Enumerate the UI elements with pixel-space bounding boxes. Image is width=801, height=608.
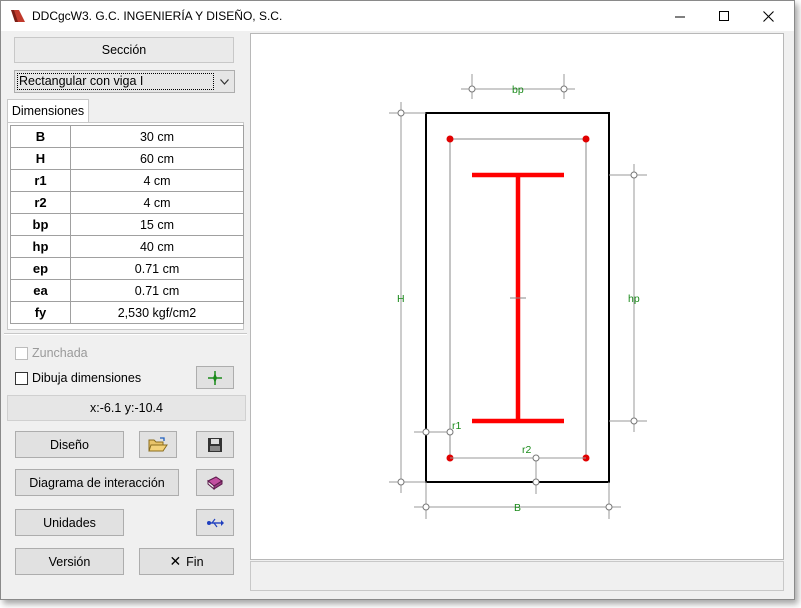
- book-icon: [207, 475, 223, 490]
- status-bar: [250, 561, 784, 591]
- zunchada-option[interactable]: Zunchada: [15, 346, 88, 360]
- label-H: H: [397, 293, 405, 305]
- table-row: bp 15 cm: [10, 213, 244, 236]
- dimension-key: fy: [10, 301, 71, 324]
- dimension-value[interactable]: 4 cm: [70, 191, 244, 214]
- center-point-button[interactable]: [196, 366, 234, 389]
- label-r1: r1: [452, 420, 461, 432]
- steel-i-beam: [472, 172, 564, 424]
- app-logo-icon: [11, 10, 25, 22]
- fin-button[interactable]: ✕ Fin: [139, 548, 234, 575]
- tab-dimensiones[interactable]: Dimensiones: [7, 99, 89, 122]
- save-button[interactable]: [196, 431, 234, 458]
- minimize-icon: [674, 16, 685, 17]
- dibuja-dimensiones-label: Dibuja dimensiones: [32, 371, 142, 385]
- fin-label: Fin: [186, 554, 204, 569]
- dimensions-table: B 30 cm H 60 cm r1 4 cm r2 4 cm bp 15 cm hp 40…: [10, 125, 244, 324]
- label-bp: bp: [512, 84, 524, 96]
- label-B: B: [514, 502, 521, 514]
- table-row: fy 2,530 kgf/cm2: [10, 301, 244, 324]
- table-row: H 60 cm: [10, 147, 244, 170]
- dimension-key: ep: [10, 257, 71, 280]
- floppy-disk-icon: [208, 437, 222, 452]
- minimize-button[interactable]: [657, 1, 703, 31]
- chevron-down-icon: [216, 74, 232, 89]
- dimension-key: r1: [10, 169, 71, 192]
- diagrama-interaccion-button[interactable]: Diagrama de interacción: [15, 469, 179, 496]
- dimension-key: H: [10, 147, 71, 170]
- zunchada-label: Zunchada: [32, 346, 88, 360]
- dimensions-table-panel: B 30 cm H 60 cm r1 4 cm r2 4 cm bp 15 cm hp 40…: [7, 122, 244, 330]
- open-file-button[interactable]: [139, 431, 177, 458]
- close-icon: ✕: [169, 553, 182, 569]
- close-button[interactable]: [745, 1, 791, 31]
- app-window: DDCgcW3. G.C. INGENIERÍA Y DISEÑO, S.C. …: [0, 0, 795, 600]
- dimension-key: ea: [10, 279, 71, 302]
- close-icon: [762, 10, 774, 22]
- dimension-key: bp: [10, 213, 71, 236]
- table-row: r1 4 cm: [10, 169, 244, 192]
- label-hp: hp: [628, 293, 640, 305]
- dimension-value[interactable]: 2,530 kgf/cm2: [70, 301, 244, 324]
- dimension-value[interactable]: 0.71 cm: [70, 257, 244, 280]
- table-row: hp 40 cm: [10, 235, 244, 258]
- usb-export-icon: [207, 518, 224, 527]
- dimension-value[interactable]: 30 cm: [70, 125, 244, 148]
- dimension-key: r2: [10, 191, 71, 214]
- dimension-value[interactable]: 40 cm: [70, 235, 244, 258]
- version-button[interactable]: Versión: [15, 548, 124, 575]
- dimension-value[interactable]: 0.71 cm: [70, 279, 244, 302]
- dibuja-dimensiones-option[interactable]: Dibuja dimensiones: [15, 371, 141, 385]
- window-title: DDCgcW3. G.C. INGENIERÍA Y DISEÑO, S.C.: [32, 9, 283, 23]
- table-row: ea 0.71 cm: [10, 279, 244, 302]
- table-row: r2 4 cm: [10, 191, 244, 214]
- cursor-coordinates: x:-6.1 y:-10.4: [7, 395, 246, 421]
- zunchada-checkbox[interactable]: [15, 346, 28, 360]
- divider: [4, 333, 247, 335]
- dimension-value[interactable]: 4 cm: [70, 169, 244, 192]
- rebar-point: [582, 135, 590, 143]
- table-row: ep 0.71 cm: [10, 257, 244, 280]
- drawing-canvas[interactable]: bp H hp B r1 r2: [250, 33, 784, 560]
- section-type-select[interactable]: Rectangular con viga I: [14, 70, 235, 93]
- dimension-key: B: [10, 125, 71, 148]
- dimension-value[interactable]: 60 cm: [70, 147, 244, 170]
- section-header: Sección: [14, 37, 234, 63]
- table-row: B 30 cm: [10, 125, 244, 148]
- unidades-button[interactable]: Unidades: [15, 509, 124, 536]
- dimension-value[interactable]: 15 cm: [70, 213, 244, 236]
- folder-open-icon: [148, 436, 168, 451]
- help-book-button[interactable]: [196, 469, 234, 496]
- rebar-point: [446, 135, 454, 143]
- dibuja-dimensiones-checkbox[interactable]: [15, 371, 28, 385]
- section-drawing: bp H hp B r1 r2: [389, 74, 647, 519]
- crosshair-icon: [208, 370, 222, 385]
- export-button[interactable]: [196, 509, 234, 536]
- diseno-button[interactable]: Diseño: [15, 431, 124, 458]
- title-bar: DDCgcW3. G.C. INGENIERÍA Y DISEÑO, S.C.: [1, 1, 794, 31]
- left-panel: Sección Rectangular con viga I Dimension…: [4, 32, 247, 591]
- label-r2: r2: [522, 444, 531, 456]
- maximize-icon: [718, 10, 729, 21]
- maximize-button[interactable]: [701, 1, 747, 31]
- dimension-key: hp: [10, 235, 71, 258]
- section-type-value: Rectangular con viga I: [17, 73, 214, 90]
